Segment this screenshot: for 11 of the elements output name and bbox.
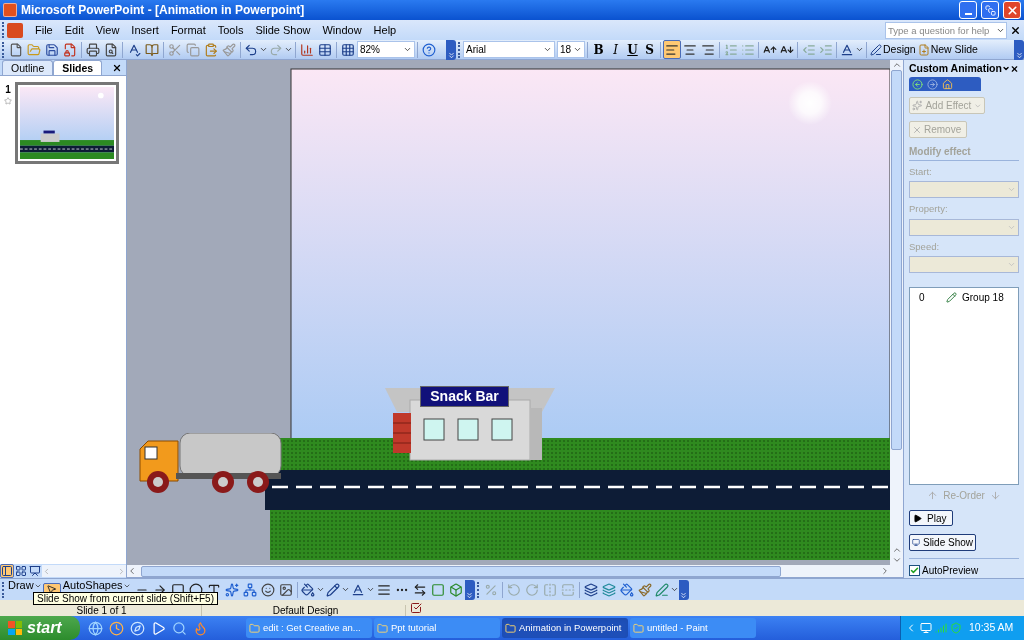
section-heading: Modify effect bbox=[909, 144, 1019, 162]
window-title: Microsoft PowerPoint - [Animation in Powerpoint] bbox=[21, 2, 306, 19]
snack-bar-sign: Snack Bar bbox=[420, 386, 509, 407]
reorder-label: Re-Order bbox=[943, 488, 985, 503]
field-label: Start: bbox=[909, 165, 933, 180]
clock: 10:35 AM bbox=[969, 620, 1014, 636]
field-label: Speed: bbox=[909, 239, 941, 254]
slide-number: 1 bbox=[5, 83, 11, 97]
field-label: Property: bbox=[909, 202, 949, 217]
tooltip: Slide Show from current slide (Shift+F5) bbox=[33, 592, 218, 605]
effect-order: 0 bbox=[918, 291, 926, 306]
